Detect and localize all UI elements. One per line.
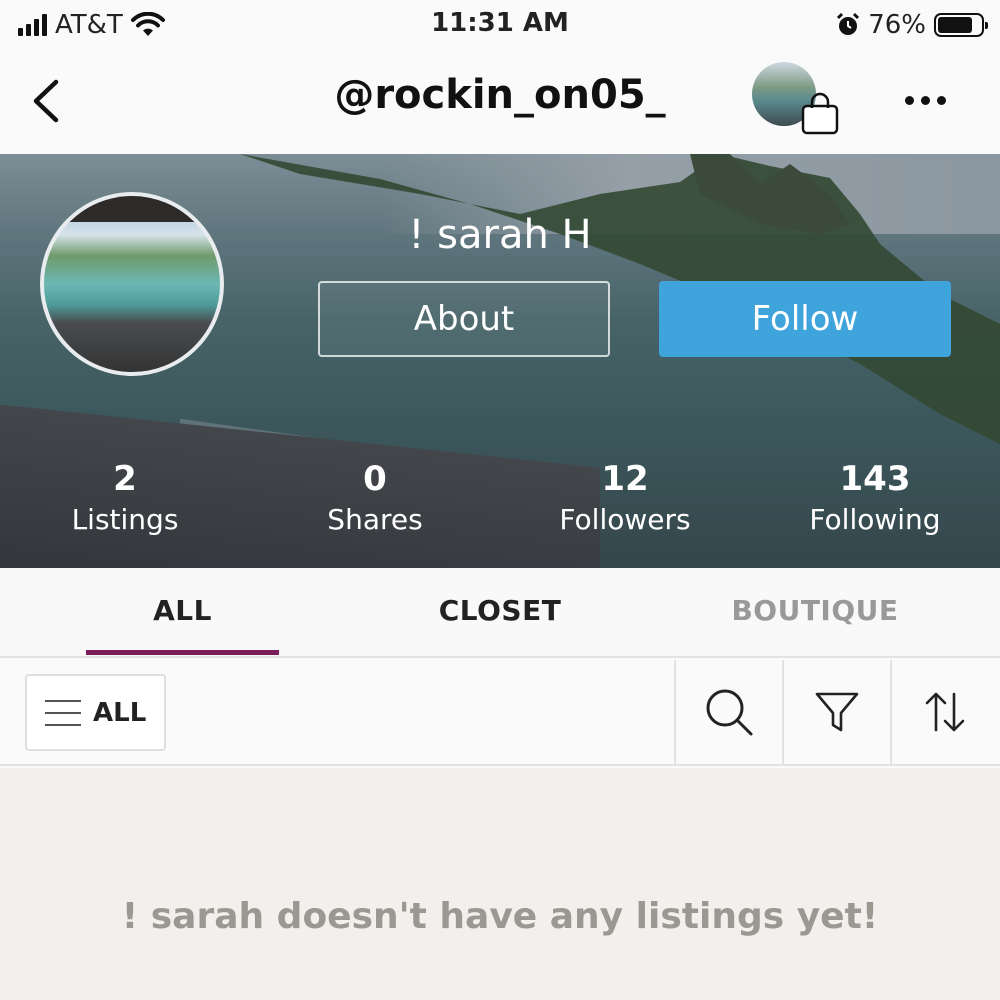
stat-followers[interactable]: 12 Followers [500, 458, 750, 548]
stat-listings[interactable]: 2 Listings [0, 458, 250, 548]
alarm-icon [837, 12, 860, 35]
stat-value: 2 [113, 459, 137, 499]
follow-button[interactable]: Follow [659, 281, 951, 357]
tab-bar: ALL CLOSET BOUTIQUE [0, 568, 1000, 658]
sort-button[interactable] [890, 660, 998, 764]
search-icon [706, 689, 753, 736]
stat-following[interactable]: 143 Following [750, 458, 1000, 548]
battery-icon [934, 13, 988, 37]
sort-arrows-icon [925, 692, 965, 732]
filter-button[interactable] [782, 660, 890, 764]
tab-boutique[interactable]: BOUTIQUE [715, 594, 915, 627]
filter-funnel-icon [815, 692, 859, 732]
avatar[interactable] [40, 192, 224, 376]
active-tab-indicator [86, 650, 279, 655]
stat-shares[interactable]: 0 Shares [250, 458, 500, 548]
shopping-bag-icon [801, 92, 839, 135]
battery-percent: 76% [868, 10, 926, 40]
nav-bar: @rockin_on05_ [0, 50, 1000, 154]
stat-label: Listings [71, 503, 179, 536]
profile-banner: ! sarah H About Follow 2 Listings 0 Shar… [0, 154, 1000, 568]
menu-icon [45, 699, 81, 726]
empty-state: ! sarah doesn't have any listings yet! [0, 768, 1000, 1000]
back-chevron-icon[interactable] [24, 74, 74, 128]
stat-label: Followers [559, 503, 691, 536]
listing-toolbar: ALL [0, 660, 1000, 766]
tab-closet[interactable]: CLOSET [400, 594, 600, 627]
category-filter-button[interactable]: ALL [25, 674, 166, 751]
more-dots-icon[interactable] [895, 88, 955, 112]
tab-all[interactable]: ALL [86, 594, 279, 627]
profile-stats: 2 Listings 0 Shares 12 Followers 143 Fol… [0, 458, 1000, 548]
status-right: 76% [836, 8, 988, 42]
stat-label: Following [809, 503, 941, 536]
stat-value: 143 [839, 459, 911, 499]
display-name: ! sarah H [408, 212, 592, 258]
category-filter-label: ALL [93, 697, 147, 728]
stat-label: Shares [327, 503, 423, 536]
page-title: @rockin_on05_ [334, 72, 666, 118]
empty-state-message: ! sarah doesn't have any listings yet! [121, 896, 879, 937]
status-bar: AT&T 11:31 AM 76% [0, 0, 1000, 50]
about-button[interactable]: About [318, 281, 610, 357]
avatar-roof [44, 196, 220, 222]
stat-value: 12 [601, 459, 649, 499]
shopping-bag-button[interactable] [752, 62, 842, 142]
stat-value: 0 [363, 459, 387, 499]
search-button[interactable] [674, 660, 782, 764]
